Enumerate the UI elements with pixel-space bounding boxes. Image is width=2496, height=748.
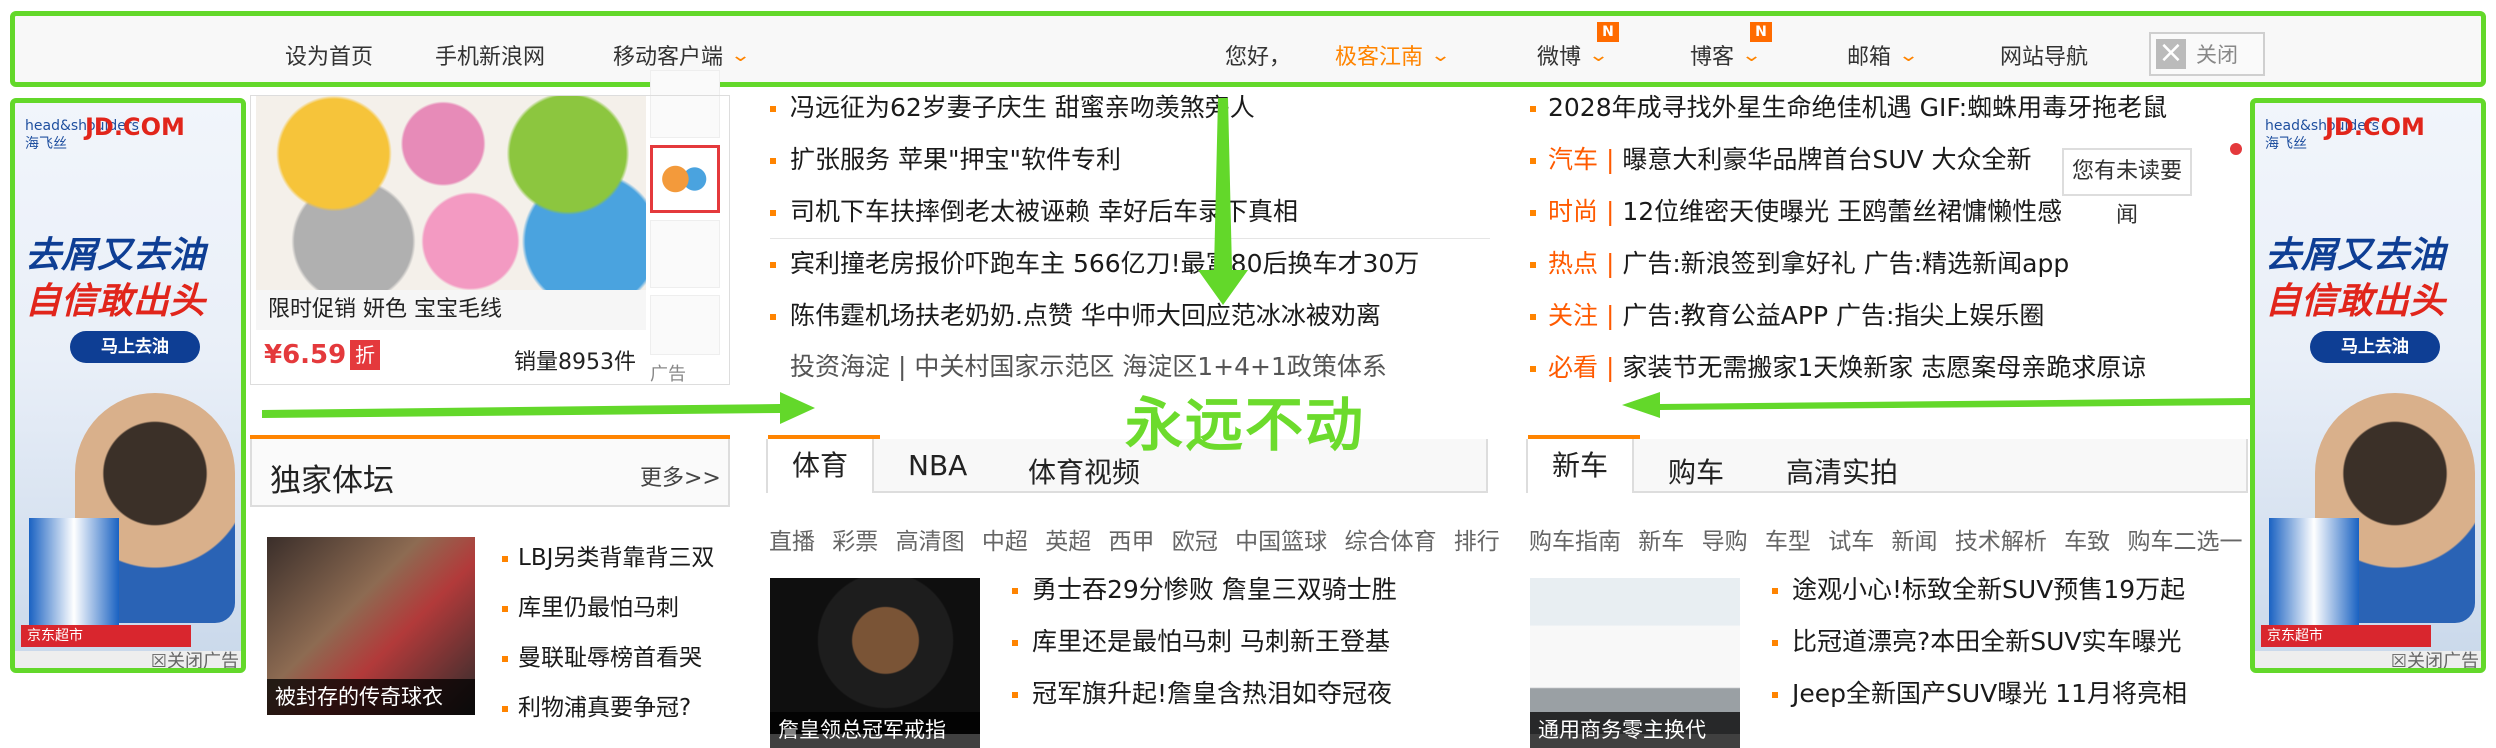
annotation-arrow-group xyxy=(262,98,2250,424)
arrow-right-icon xyxy=(262,392,815,424)
annotation-arrows xyxy=(262,98,2250,424)
annotation-label: 永远不动 xyxy=(1125,391,1366,459)
arrow-down-icon xyxy=(1198,98,1248,305)
arrow-left-icon xyxy=(1622,392,2250,418)
